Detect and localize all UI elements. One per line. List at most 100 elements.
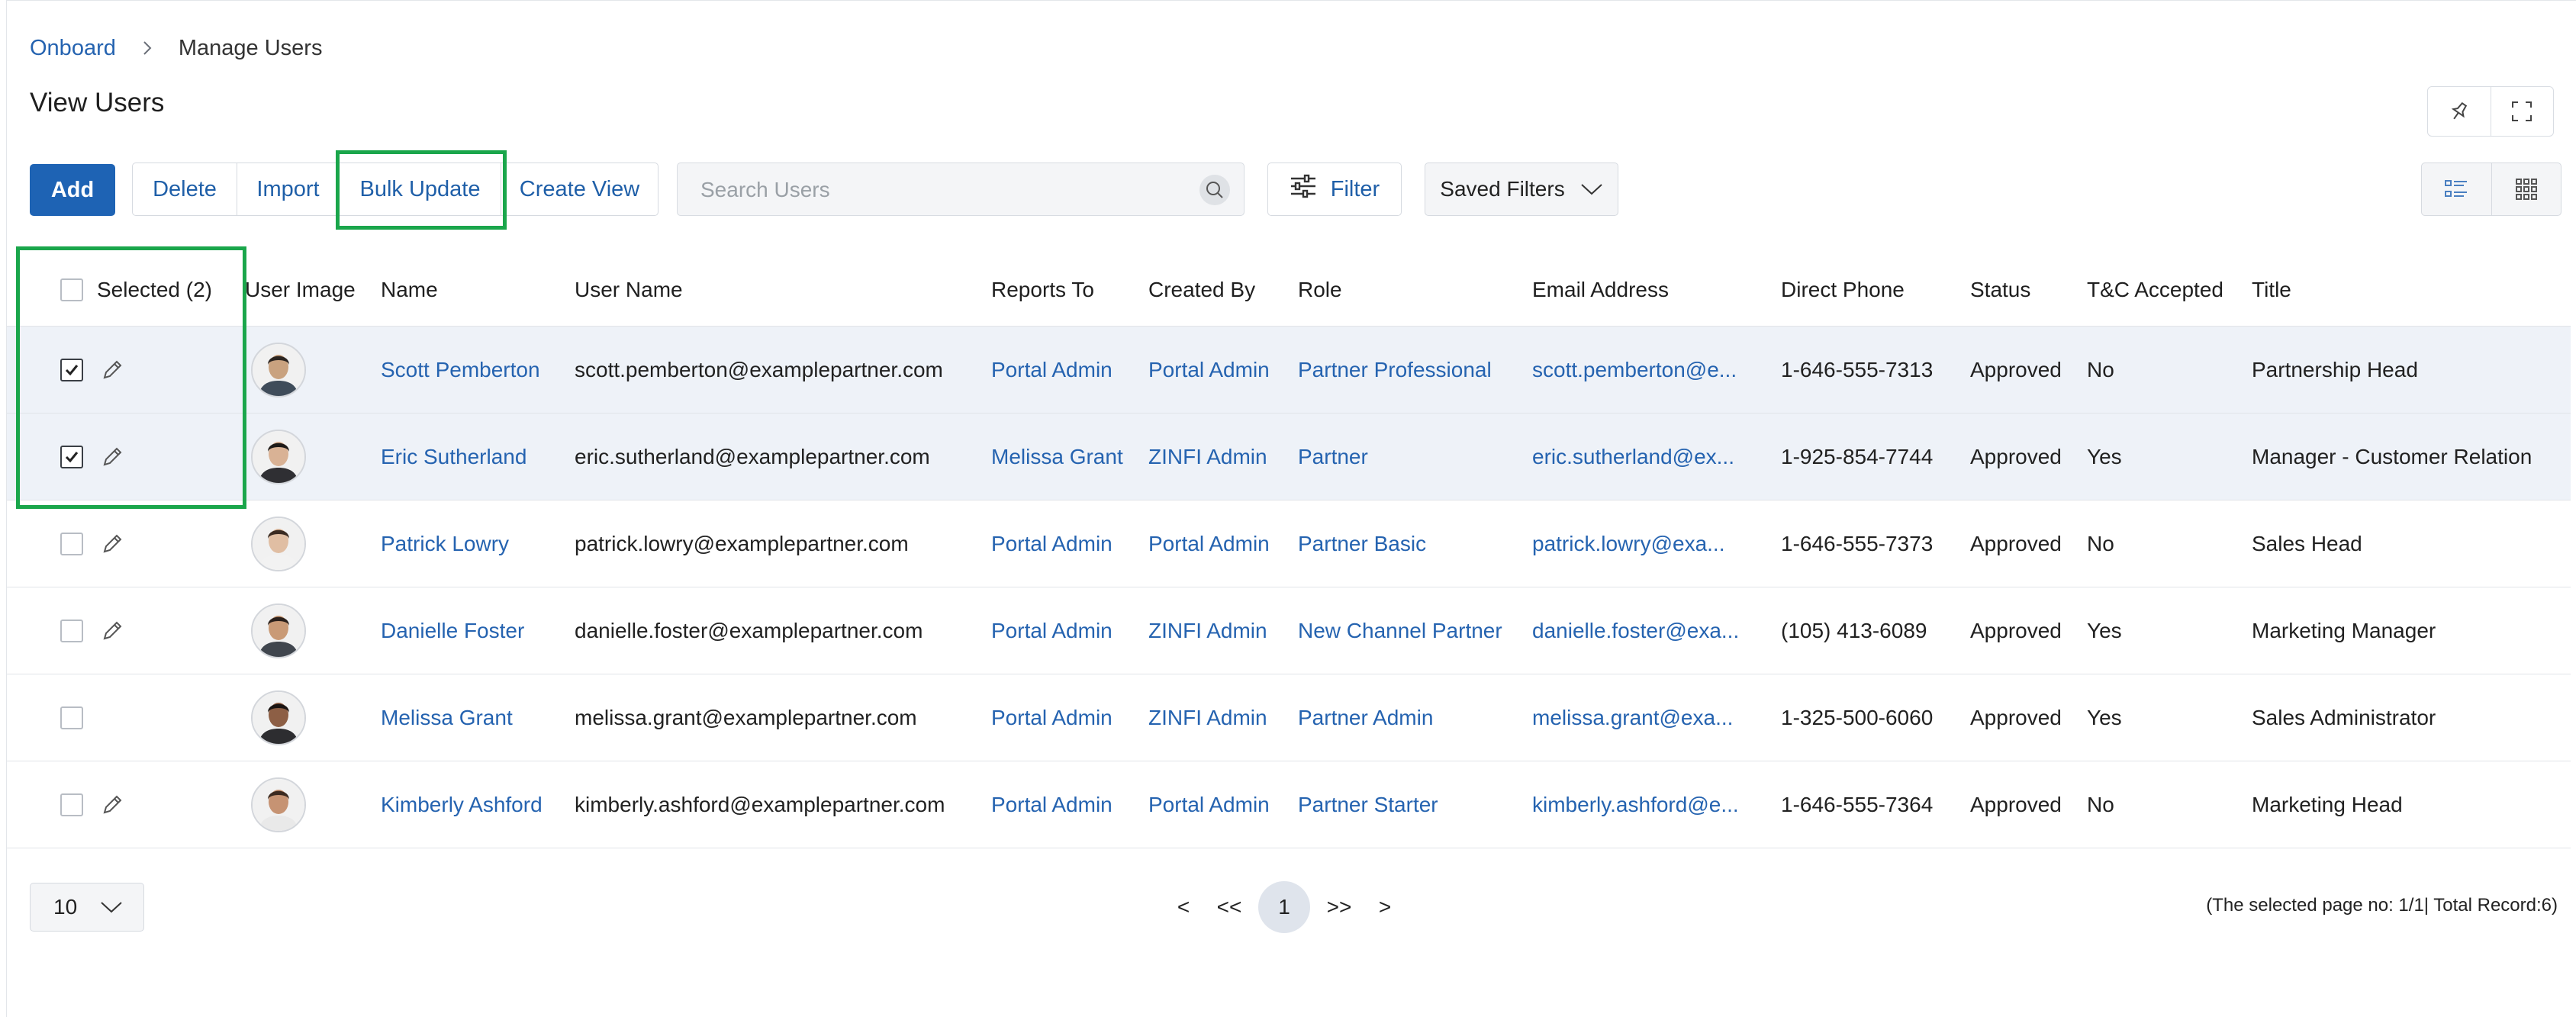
avatar (251, 342, 306, 397)
header-reports-to[interactable]: Reports To (991, 254, 1094, 326)
select-all: Selected (2) (60, 254, 212, 326)
header-tnc[interactable]: T&C Accepted (2087, 254, 2223, 326)
cell-reports-to[interactable]: Portal Admin (991, 674, 1113, 761)
cell-phone: 1-646-555-7373 (1781, 531, 1934, 555)
cell-name[interactable]: Patrick Lowry (381, 500, 509, 587)
page-size-value: 10 (53, 895, 78, 919)
cell-email[interactable]: scott.pemberton@e... (1532, 327, 1737, 413)
row-select-cell (60, 414, 124, 500)
cell-email[interactable]: danielle.foster@exa... (1532, 587, 1739, 674)
avatar (251, 429, 306, 484)
header-phone[interactable]: Direct Phone (1781, 254, 1905, 326)
cell-reports-to[interactable]: Portal Admin (991, 327, 1113, 413)
cell-created-by[interactable]: ZINFI Admin (1148, 674, 1267, 761)
row-checkbox[interactable] (60, 619, 83, 642)
cell-created-by[interactable]: ZINFI Admin (1148, 414, 1267, 500)
table-row[interactable]: Danielle Foster danielle.foster@examplepa… (7, 587, 2571, 674)
row-checkbox[interactable] (60, 793, 83, 816)
cell-phone: 1-646-555-7313 (1781, 357, 1934, 381)
table-row[interactable]: Eric Sutherland eric.sutherland@examplepa… (7, 414, 2571, 500)
cell-email[interactable]: patrick.lowry@exa... (1532, 500, 1725, 587)
page-size-select[interactable]: 10 (30, 883, 144, 932)
next-page-button[interactable]: > (1368, 880, 1402, 935)
edit-pencil-icon[interactable] (100, 619, 124, 643)
row-checkbox[interactable] (60, 706, 83, 729)
cell-reports-to[interactable]: Portal Admin (991, 587, 1113, 674)
breadcrumb: Onboard Manage Users (30, 31, 322, 65)
row-checkbox[interactable] (60, 532, 83, 555)
table-row[interactable]: Melissa Grant melissa.grant@examplepartne… (7, 674, 2571, 761)
breadcrumb-current: Manage Users (178, 35, 323, 60)
cell-user-name: danielle.foster@examplepartner.com (575, 618, 923, 642)
saved-filters-dropdown[interactable]: Saved Filters (1425, 163, 1618, 216)
cell-created-by[interactable]: Portal Admin (1148, 761, 1270, 848)
filter-button[interactable]: Filter (1267, 163, 1402, 216)
edit-pencil-icon[interactable] (100, 793, 124, 817)
cell-reports-to[interactable]: Melissa Grant (991, 414, 1123, 500)
bulk-update-button[interactable]: Bulk Update (339, 163, 501, 215)
cell-title: Sales Head (2252, 531, 2362, 555)
header-status[interactable]: Status (1970, 254, 2030, 326)
prev-page-button[interactable]: < (1167, 880, 1200, 935)
header-title[interactable]: Title (2252, 254, 2291, 326)
cell-phone: 1-646-555-7364 (1781, 792, 1934, 816)
pagination: < << 1 >> > (1167, 880, 1402, 935)
list-view-icon[interactable] (2422, 163, 2491, 215)
cell-email[interactable]: kimberly.ashford@e... (1532, 761, 1739, 848)
search-input[interactable] (678, 163, 1190, 217)
table-row[interactable]: Kimberly Ashford kimberly.ashford@example… (7, 761, 2571, 848)
cell-reports-to[interactable]: Portal Admin (991, 761, 1113, 848)
cell-role[interactable]: Partner Professional (1298, 327, 1492, 413)
cell-reports-to[interactable]: Portal Admin (991, 500, 1113, 587)
cell-email[interactable]: eric.sutherland@ex... (1532, 414, 1734, 500)
cell-created-by[interactable]: Portal Admin (1148, 500, 1270, 587)
pin-icon[interactable] (2428, 87, 2491, 136)
last-page-button[interactable]: >> (1310, 880, 1368, 935)
cell-role[interactable]: Partner Basic (1298, 500, 1426, 587)
cell-created-by[interactable]: ZINFI Admin (1148, 587, 1267, 674)
cell-status: Approved (1970, 618, 2062, 642)
row-checkbox[interactable] (60, 445, 83, 468)
fullscreen-icon[interactable] (2490, 87, 2554, 136)
edit-pencil-icon[interactable] (100, 358, 124, 382)
header-email[interactable]: Email Address (1532, 254, 1669, 326)
cell-name[interactable]: Eric Sutherland (381, 414, 526, 500)
cell-name[interactable]: Danielle Foster (381, 587, 524, 674)
cell-created-by[interactable]: Portal Admin (1148, 327, 1270, 413)
import-button[interactable]: Import (237, 163, 339, 215)
cell-role[interactable]: Partner Starter (1298, 761, 1438, 848)
cell-name[interactable]: Melissa Grant (381, 674, 513, 761)
search-icon[interactable] (1199, 175, 1230, 205)
avatar-cell (251, 587, 306, 674)
row-select-cell (60, 500, 124, 587)
cell-role[interactable]: New Channel Partner (1298, 587, 1502, 674)
create-view-button[interactable]: Create View (501, 163, 658, 215)
chevron-down-icon (1580, 177, 1603, 201)
edit-pencil-icon[interactable] (100, 532, 124, 556)
header-name[interactable]: Name (381, 254, 438, 326)
cell-role[interactable]: Partner Admin (1298, 674, 1433, 761)
cell-name[interactable]: Kimberly Ashford (381, 761, 543, 848)
row-checkbox[interactable] (60, 358, 83, 381)
cell-name[interactable]: Scott Pemberton (381, 327, 540, 413)
cell-phone: 1-325-500-6060 (1781, 705, 1934, 729)
table-row[interactable]: Scott Pemberton scott.pemberton@examplepa… (7, 327, 2571, 414)
grid-view-icon[interactable] (2491, 163, 2562, 215)
header-user-name[interactable]: User Name (575, 254, 683, 326)
breadcrumb-onboard-link[interactable]: Onboard (30, 36, 116, 61)
page-1-button[interactable]: 1 (1258, 881, 1310, 933)
table-row[interactable]: Patrick Lowry patrick.lowry@examplepartne… (7, 500, 2571, 587)
add-button[interactable]: Add (30, 164, 115, 216)
row-select-cell (60, 587, 124, 674)
header-created-by[interactable]: Created By (1148, 254, 1255, 326)
header-role[interactable]: Role (1298, 254, 1342, 326)
cell-tnc: Yes (2087, 618, 2122, 642)
cell-role[interactable]: Partner (1298, 414, 1368, 500)
delete-button[interactable]: Delete (133, 163, 237, 215)
select-all-checkbox[interactable] (60, 278, 83, 301)
cell-title: Marketing Head (2252, 792, 2403, 816)
cell-tnc: No (2087, 357, 2114, 381)
first-page-button[interactable]: << (1200, 880, 1258, 935)
cell-email[interactable]: melissa.grant@exa... (1532, 674, 1733, 761)
edit-pencil-icon[interactable] (100, 445, 124, 469)
